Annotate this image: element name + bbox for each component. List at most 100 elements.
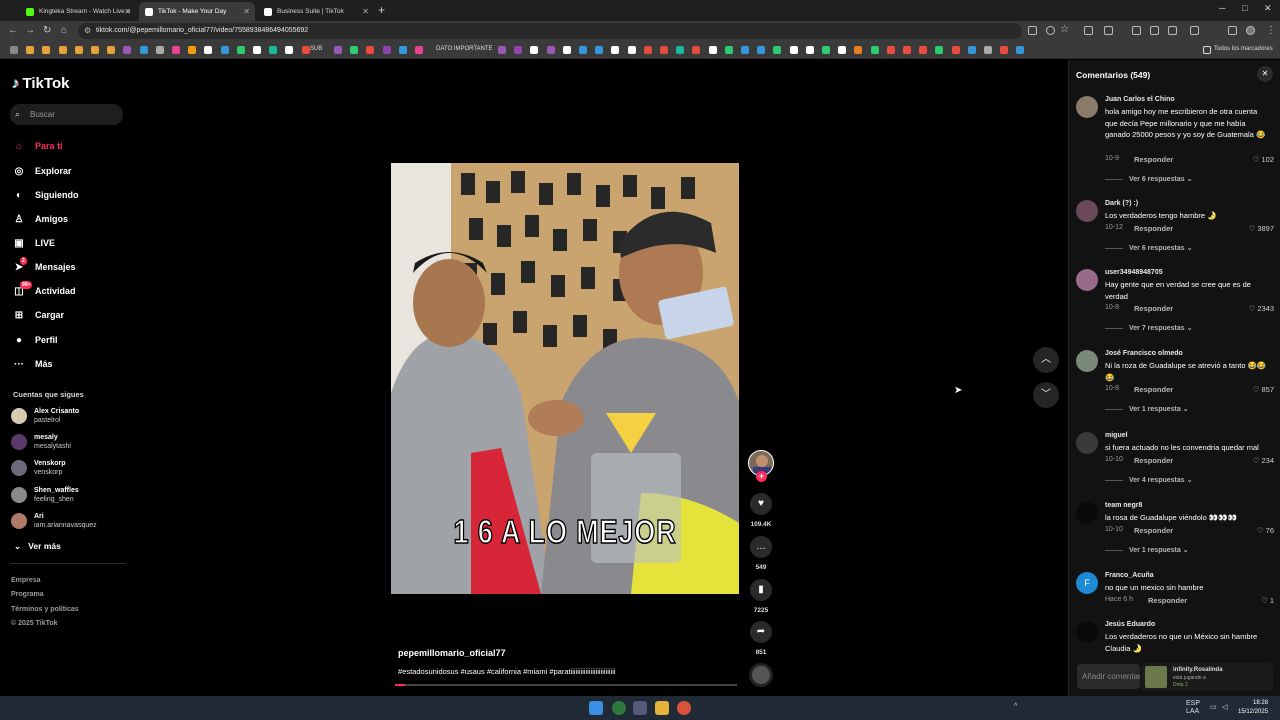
zoom-icon[interactable]	[1046, 26, 1055, 35]
comment-like-button[interactable]: ♡ 3897	[1249, 224, 1274, 233]
bookmark-favicon[interactable]	[10, 46, 18, 54]
reply-button[interactable]: Responder	[1148, 596, 1187, 605]
following-account[interactable]: mesaly mesalytashi	[11, 433, 71, 451]
bookmark-favicon[interactable]	[854, 46, 863, 54]
bookmark-favicon[interactable]	[822, 46, 830, 54]
bookmark-favicon[interactable]	[757, 46, 766, 54]
bookmark-favicon[interactable]	[886, 46, 895, 54]
next-video-button[interactable]: ﹀	[1033, 382, 1059, 408]
bookmark-favicon[interactable]	[269, 46, 278, 54]
split-icon[interactable]	[1228, 26, 1237, 35]
bookmark-favicon[interactable]	[692, 46, 701, 54]
volume-icon[interactable]: ◁	[1222, 703, 1227, 711]
nav-item-more[interactable]: ··· Más	[11, 355, 53, 373]
video-hashtags[interactable]: #estadosunidosus #usaus #california #mia…	[398, 667, 738, 676]
bookmark-favicon[interactable]	[301, 46, 310, 54]
bookmark-favicon[interactable]	[107, 46, 116, 54]
forward-icon[interactable]: →	[25, 25, 35, 36]
video-player[interactable]: 1 6 A LO MEJOR	[391, 163, 739, 594]
minimize-icon[interactable]: ─	[1219, 3, 1225, 13]
tray-chevron-icon[interactable]: ^	[1014, 703, 1017, 710]
avatar[interactable]	[1076, 432, 1098, 454]
bookmark-favicon[interactable]	[660, 46, 668, 54]
bookmark-favicon[interactable]	[204, 46, 213, 54]
bookmark-favicon[interactable]	[415, 46, 423, 54]
bookmark-favicon[interactable]	[805, 46, 814, 54]
bookmark-favicon[interactable]	[139, 46, 148, 54]
bookmark-favicon[interactable]	[334, 46, 342, 54]
site-info-icon[interactable]: ⚙	[84, 23, 91, 39]
comment-like-button[interactable]: ♡ 857	[1253, 385, 1274, 394]
close-window-icon[interactable]: ✕	[1264, 3, 1272, 14]
bookmark-favicon[interactable]	[967, 46, 976, 54]
bookmark-favicon[interactable]	[627, 46, 636, 54]
bookmark-sub[interactable]: SUB	[310, 46, 322, 52]
comment-like-button[interactable]: ♡ 1	[1261, 596, 1274, 605]
video-author[interactable]: pepemillomario_oficial77	[398, 648, 506, 658]
bookmark-favicon[interactable]	[220, 46, 229, 54]
following-account[interactable]: Venskorp venskorp	[11, 459, 66, 477]
bookmark-favicon[interactable]	[935, 46, 944, 54]
comment-username[interactable]: miguel	[1105, 432, 1128, 439]
bookmark-star-icon[interactable]: ☆	[1060, 24, 1069, 35]
bookmark-favicon[interactable]	[366, 46, 375, 54]
nav-item-following[interactable]: ◐ Siguiendo	[11, 186, 79, 204]
reply-button[interactable]: Responder	[1134, 304, 1173, 313]
nav-item-friends[interactable]: ♙ Amigos	[11, 210, 69, 228]
bookmark-favicon[interactable]	[870, 46, 879, 54]
reply-button[interactable]: Responder	[1134, 224, 1173, 233]
bookmark-favicon[interactable]	[789, 46, 798, 54]
profile-avatar-icon[interactable]	[1246, 26, 1255, 35]
bookmark-favicon[interactable]	[58, 46, 67, 54]
view-replies-button[interactable]: Ver 7 respuestas ⌄	[1105, 324, 1192, 332]
whatsapp-icon[interactable]	[612, 701, 626, 715]
media-icon[interactable]	[1132, 26, 1141, 35]
like-button[interactable]: ♥	[750, 493, 772, 515]
bookmark-favicon[interactable]	[951, 46, 960, 54]
footer-terminos[interactable]: Términos y políticas	[11, 606, 79, 613]
comment-like-button[interactable]: ♡ 76	[1257, 526, 1274, 535]
comment-username[interactable]: Franco_Acuña	[1105, 572, 1154, 579]
comment-like-button[interactable]: ♡ 102	[1253, 155, 1274, 164]
language-indicator[interactable]: ESP LAA	[1186, 700, 1200, 716]
view-replies-button[interactable]: Ver 1 respuesta ⌄	[1105, 405, 1189, 413]
reload-icon[interactable]: ↻	[43, 25, 51, 36]
following-account[interactable]: Ari iam.ariannavasquez	[11, 512, 97, 530]
following-account[interactable]: Shen_waffles feeling_shen	[11, 486, 79, 504]
bookmark-favicon[interactable]	[26, 46, 35, 54]
view-replies-button[interactable]: Ver 4 respuestas ⌄	[1105, 476, 1192, 484]
close-comments-button[interactable]: ✕	[1257, 66, 1273, 82]
bookmark-favicon[interactable]	[350, 46, 359, 54]
view-replies-button[interactable]: Ver 6 respuestas ⌄	[1105, 175, 1192, 183]
close-tab-icon[interactable]: ✕	[362, 7, 369, 16]
nav-item-home[interactable]: ⌂ Para ti	[11, 137, 63, 155]
sidepanel-icon[interactable]	[1168, 26, 1177, 35]
bookmark-favicon[interactable]	[253, 46, 261, 54]
bookmark-favicon[interactable]	[643, 46, 652, 54]
reply-button[interactable]: Responder	[1134, 155, 1173, 164]
chrome-icon[interactable]	[677, 701, 691, 715]
bookmark-favicon[interactable]	[611, 46, 620, 54]
tiktok-logo[interactable]: ♪ TikTok	[12, 75, 69, 92]
bookmark-favicon[interactable]	[773, 46, 782, 54]
puzzle-icon[interactable]	[1104, 26, 1113, 35]
bookmark-favicon[interactable]	[595, 46, 604, 54]
bookmark-favicon[interactable]	[919, 46, 928, 54]
bookmark-favicon[interactable]	[546, 46, 555, 54]
view-replies-button[interactable]: Ver 6 respuestas ⌄	[1105, 244, 1192, 252]
comment-like-button[interactable]: ♡ 234	[1253, 456, 1274, 465]
bookmark-favicon[interactable]	[285, 46, 294, 54]
system-clock[interactable]: 18:28 15/12/2025	[1238, 699, 1268, 717]
menu-kebab-icon[interactable]: ⋮	[1266, 25, 1276, 36]
reply-button[interactable]: Responder	[1134, 526, 1173, 535]
avatar[interactable]	[1076, 269, 1098, 291]
new-tab-button[interactable]: +	[378, 3, 385, 17]
bookmark-favicon[interactable]	[1000, 46, 1009, 54]
tab-search-icon[interactable]	[1190, 26, 1199, 35]
bookmark-favicon[interactable]	[562, 46, 571, 54]
cast-icon[interactable]	[1028, 26, 1037, 35]
home-browser-icon[interactable]: ⌂	[61, 25, 67, 36]
comment-like-button[interactable]: ♡ 2343	[1249, 304, 1274, 313]
video-progress-bar[interactable]	[395, 684, 737, 686]
url-field[interactable]: ⚙ tiktok.com/@pepemillomario_oficial77/v…	[78, 23, 1022, 39]
